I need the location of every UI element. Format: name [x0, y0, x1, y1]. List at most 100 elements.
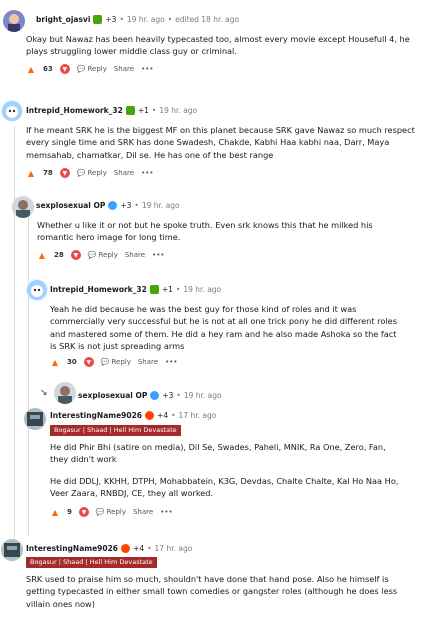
comment-body: Okay but Nawaz has been heavily typecast…	[26, 34, 410, 57]
reply-label: Reply	[87, 65, 107, 73]
upvote-icon[interactable]: ▲	[26, 64, 36, 74]
separator: •	[119, 15, 124, 24]
comment-meta: sexplosexual OP +3 • 19 hr. ago	[78, 391, 222, 400]
timestamp: 19 hr. ago	[126, 15, 165, 24]
comment-actions: ▲ 9 ▼ 💬 Reply Share •••	[50, 507, 173, 517]
flair-count: +4	[133, 544, 145, 553]
reply-icon: 💬	[95, 508, 105, 516]
downvote-icon[interactable]: ▼	[59, 64, 70, 74]
collapse-icon[interactable]: ↘	[40, 388, 48, 398]
comment-meta: sexplosexual OP +3 • 19 hr. ago	[36, 201, 180, 210]
share-label: Share	[113, 65, 135, 73]
vote-score: 28	[54, 251, 64, 259]
username[interactable]: Intrepid_Homework_32	[50, 285, 147, 294]
avatar[interactable]	[24, 408, 46, 430]
share-button[interactable]: Share	[125, 251, 145, 259]
more-options-button[interactable]: •••	[152, 251, 164, 259]
reply-icon: 💬	[76, 169, 86, 177]
vote-score: 30	[67, 358, 77, 366]
upvote-icon[interactable]: ▲	[26, 168, 36, 178]
user-flair: Bogasur | Shaad | Hell Him Devastate	[50, 425, 181, 436]
award-icon	[145, 411, 155, 420]
username[interactable]: sexplosexual OP	[78, 391, 147, 400]
award-icon	[108, 201, 118, 210]
comment-body: SRK used to praise him so much, shouldn'…	[26, 574, 398, 609]
reply-button[interactable]: 💬 Reply	[96, 508, 126, 516]
flair-count: +3	[120, 201, 132, 210]
more-options-button[interactable]: •••	[141, 169, 153, 177]
award-icon	[149, 285, 159, 294]
comment-actions: ▲ 63 ▼ 💬 Reply Share •••	[26, 64, 153, 74]
avatar[interactable]	[1, 100, 23, 122]
avatar[interactable]	[26, 279, 48, 301]
reply-button[interactable]: 💬 Reply	[77, 65, 107, 73]
downvote-icon[interactable]: ▼	[70, 250, 81, 260]
avatar[interactable]	[54, 382, 76, 404]
comment-meta: InterestingName9026 +4 • 17 hr. ago	[50, 411, 216, 420]
avatar[interactable]	[1, 539, 23, 561]
flair-count: +1	[161, 285, 173, 294]
award-icon	[150, 391, 160, 400]
more-options-button[interactable]: •••	[160, 508, 172, 516]
timestamp: 17 hr. ago	[154, 544, 193, 553]
downvote-icon[interactable]: ▼	[78, 507, 89, 517]
thread-line	[14, 126, 15, 546]
award-icon	[93, 15, 103, 24]
upvote-icon[interactable]: ▲	[50, 357, 60, 367]
reply-button[interactable]: 💬 Reply	[77, 169, 107, 177]
separator: •	[134, 201, 139, 210]
timestamp: 19 hr. ago	[183, 391, 222, 400]
flair-count: +3	[105, 15, 117, 24]
share-label: Share	[124, 251, 146, 259]
share-button[interactable]: Share	[114, 169, 134, 177]
edited-label: edited 18 hr. ago	[175, 15, 240, 24]
avatar[interactable]	[12, 196, 34, 218]
avatar[interactable]	[3, 10, 25, 32]
flair-count: +1	[137, 106, 149, 115]
comment-body: Yeah he did because he was the best guy …	[50, 304, 397, 351]
username[interactable]: InterestingName9026	[26, 544, 118, 553]
downvote-icon[interactable]: ▼	[83, 357, 94, 367]
comment-body: He did DDLJ, KKHH, DTPH, Mohabbatein, K3…	[50, 476, 399, 499]
reply-button[interactable]: 💬 Reply	[88, 251, 118, 259]
more-options-button[interactable]: •••	[165, 358, 177, 366]
thread-line	[28, 216, 29, 536]
reply-label: Reply	[106, 508, 126, 516]
timestamp: 17 hr. ago	[178, 411, 217, 420]
reply-icon: 💬	[87, 251, 97, 259]
comment-meta: Intrepid_Homework_32 +1 • 19 hr. ago	[50, 285, 221, 294]
username[interactable]: InterestingName9026	[50, 411, 142, 420]
share-button[interactable]: Share	[133, 508, 153, 516]
comment-actions: ▲ 78 ▼ 💬 Reply Share •••	[26, 168, 153, 178]
timestamp: 19 hr. ago	[183, 285, 222, 294]
share-label: Share	[132, 508, 154, 516]
reply-label: Reply	[98, 251, 118, 259]
share-button[interactable]: Share	[114, 65, 134, 73]
comment-actions: ▲ 30 ▼ 💬 Reply Share •••	[50, 357, 177, 367]
flair-count: +4	[157, 411, 169, 420]
username[interactable]: bright_ojasvi	[36, 15, 90, 24]
avatar-icon	[24, 408, 46, 430]
comment-body: Whether u like it or not but he spoke tr…	[37, 220, 373, 243]
more-options-button[interactable]: •••	[141, 65, 153, 73]
vote-score: 78	[43, 169, 53, 177]
separator: •	[147, 544, 152, 553]
reply-icon: 💬	[76, 65, 86, 73]
comment-meta: Intrepid_Homework_32 +1 • 19 hr. ago	[26, 106, 197, 115]
separator: •	[171, 411, 176, 420]
username[interactable]: Intrepid_Homework_32	[26, 106, 123, 115]
award-icon	[121, 544, 131, 553]
username[interactable]: sexplosexual OP	[36, 201, 105, 210]
avatar-icon	[12, 196, 34, 218]
avatar-icon	[3, 10, 25, 32]
share-button[interactable]: Share	[138, 358, 158, 366]
vote-score: 63	[43, 65, 53, 73]
separator: •	[151, 106, 157, 115]
reply-button[interactable]: 💬 Reply	[101, 358, 131, 366]
share-label: Share	[137, 358, 159, 366]
avatar-icon	[54, 382, 76, 404]
share-label: Share	[113, 169, 135, 177]
upvote-icon[interactable]: ▲	[37, 250, 47, 260]
upvote-icon[interactable]: ▲	[50, 507, 60, 517]
downvote-icon[interactable]: ▼	[59, 168, 70, 178]
